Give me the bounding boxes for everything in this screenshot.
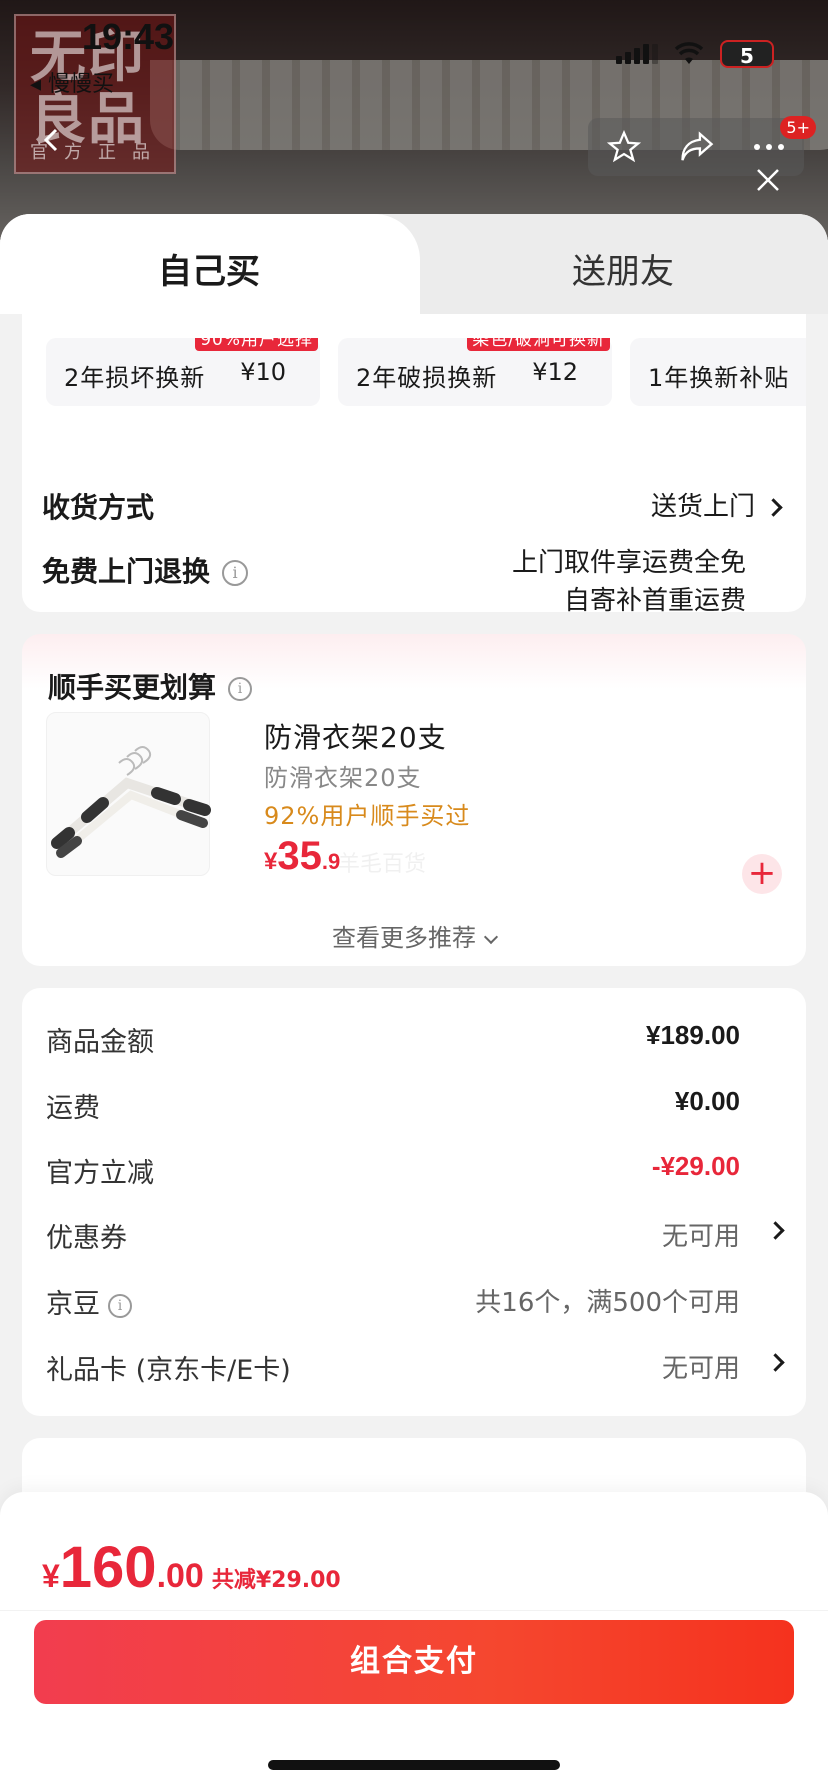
jd-beans-row: 京豆 i 共16个，满500个可用 bbox=[46, 1282, 740, 1322]
coupon-label: 优惠券 bbox=[46, 1223, 127, 1254]
add-to-order-button[interactable]: + bbox=[742, 854, 782, 894]
star-icon[interactable] bbox=[607, 130, 641, 164]
official-discount-label: 官方立减 bbox=[46, 1158, 154, 1189]
official-discount-value: -¥29.00 bbox=[651, 1151, 740, 1181]
shipping-value: ¥0.00 bbox=[674, 1086, 740, 1116]
warranty-option-text: 2年破损换新 bbox=[356, 364, 498, 392]
warranty-option-2[interactable]: 2年破损换新 ¥12 染色/破洞可换新 bbox=[338, 338, 612, 406]
combined-pay-button[interactable]: 组合支付 bbox=[34, 1620, 794, 1704]
watermark: 羊毛百货 bbox=[338, 852, 427, 877]
divider bbox=[0, 1610, 828, 1611]
chevron-right-icon bbox=[766, 1221, 785, 1240]
gift-card-value: 无可用 bbox=[661, 1354, 740, 1384]
more-dots-icon[interactable] bbox=[753, 142, 785, 152]
goods-amount-value: ¥189.00 bbox=[646, 1020, 740, 1050]
jd-beans-text: 京豆 bbox=[46, 1289, 100, 1320]
price-detail-card: 商品金额 ¥189.00 运费 ¥0.00 官方立减 -¥29.00 优惠券 无… bbox=[22, 988, 806, 1416]
more-recommendations-text: 查看更多推荐 bbox=[332, 924, 476, 952]
total-decimal: .00 bbox=[156, 1557, 204, 1595]
free-return-desc: 上门取件享运费全免 自寄补首重运费 bbox=[512, 544, 746, 620]
free-return-text: 免费上门退换 bbox=[42, 555, 211, 588]
close-icon[interactable] bbox=[752, 164, 784, 196]
total-integer: 160 bbox=[59, 1535, 157, 1600]
coupon-value: 无可用 bbox=[661, 1222, 740, 1252]
warranty-option-3[interactable]: 1年换新补贴 换 bbox=[630, 338, 806, 406]
free-return-line2: 自寄补首重运费 bbox=[563, 586, 746, 616]
warranty-option-tag: 染色/破洞可换新 bbox=[467, 338, 610, 351]
recommendation-card: 顺手买更划算 i 防滑衣架20支 防滑衣架20支 92%用户顺手买过 羊毛百货 … bbox=[22, 634, 806, 966]
shipping-label: 运费 bbox=[46, 1093, 100, 1124]
info-icon[interactable]: i bbox=[108, 1293, 132, 1318]
info-icon[interactable]: i bbox=[222, 560, 249, 586]
chevron-down-icon bbox=[483, 929, 499, 945]
gift-card-row[interactable]: 礼品卡 (京东卡/E卡) 无可用 bbox=[46, 1348, 785, 1388]
info-icon[interactable]: i bbox=[228, 677, 253, 701]
total-currency: ¥ bbox=[42, 1558, 60, 1594]
product-thumbnail[interactable] bbox=[46, 712, 211, 876]
warranty-options: 2年损坏换新 ¥10 90%用户选择 2年破损换新 ¥12 染色/破洞可换新 1… bbox=[46, 338, 806, 406]
signal-icon bbox=[616, 44, 658, 64]
cart-badge: 5+ bbox=[780, 116, 816, 139]
warranty-option-price: ¥10 bbox=[240, 358, 286, 386]
purchase-tabs: 送朋友 自己买 bbox=[0, 214, 828, 314]
product-popularity: 92%用户顺手买过 bbox=[264, 802, 471, 830]
chevron-right-icon bbox=[764, 498, 783, 517]
home-indicator[interactable] bbox=[268, 1760, 560, 1770]
product-price: ¥35.9 bbox=[264, 834, 340, 879]
gift-card-label: 礼品卡 (京东卡/E卡) bbox=[46, 1355, 291, 1386]
back-arrow-icon[interactable] bbox=[38, 126, 66, 154]
share-icon[interactable] bbox=[679, 131, 715, 163]
tab-buy-self-label: 自己买 bbox=[158, 252, 260, 292]
goods-amount-row: 商品金额 ¥189.00 bbox=[46, 1020, 740, 1060]
jd-beans-label: 京豆 i bbox=[46, 1282, 132, 1321]
warranty-option-price: ¥12 bbox=[532, 358, 578, 386]
total-savings: 共减¥29.00 bbox=[211, 1568, 341, 1593]
status-icons: 5 bbox=[616, 40, 774, 68]
price-decimal: .9 bbox=[321, 849, 341, 874]
wifi-icon bbox=[674, 42, 704, 64]
checkout-bar: ¥160.00 共减¥29.00 组合支付 bbox=[0, 1492, 828, 1792]
price-integer: 35 bbox=[277, 834, 322, 878]
price-currency: ¥ bbox=[264, 848, 278, 875]
service-card: 2年损坏换新 ¥10 90%用户选择 2年破损换新 ¥12 染色/破洞可换新 1… bbox=[22, 314, 806, 616]
product-spec: 防滑衣架20支 bbox=[264, 764, 422, 792]
coupon-row[interactable]: 优惠券 无可用 bbox=[46, 1216, 785, 1256]
reco-title-text: 顺手买更划算 bbox=[48, 671, 217, 704]
reco-title: 顺手买更划算 i bbox=[48, 666, 253, 706]
total-price: ¥160.00 共减¥29.00 bbox=[42, 1534, 341, 1601]
chevron-right-icon bbox=[766, 1353, 785, 1372]
delivery-method-value: 送货上门 bbox=[650, 492, 755, 522]
free-return-label: 免费上门退换 i bbox=[42, 550, 249, 590]
status-time: 19:43 bbox=[82, 16, 175, 57]
warranty-option-tag: 90%用户选择 bbox=[195, 338, 318, 351]
warranty-option-text: 1年换新补贴 bbox=[648, 364, 790, 392]
warranty-option-text: 2年损坏换新 bbox=[64, 364, 206, 392]
product-name[interactable]: 防滑衣架20支 bbox=[264, 716, 447, 756]
jd-beans-value: 共16个，满500个可用 bbox=[475, 1288, 740, 1318]
free-return-line1: 上门取件享运费全免 bbox=[511, 548, 746, 578]
delivery-label: 收货方式 bbox=[42, 491, 155, 524]
shipping-row: 运费 ¥0.00 bbox=[46, 1086, 740, 1126]
tab-gift-friend-label: 送朋友 bbox=[572, 252, 674, 292]
goods-amount-label: 商品金额 bbox=[46, 1027, 154, 1058]
delivery-method[interactable]: 送货上门 bbox=[650, 486, 783, 523]
battery-indicator: 5 bbox=[720, 40, 774, 68]
official-discount-row: 官方立减 -¥29.00 bbox=[46, 1151, 740, 1191]
tab-gift-friend[interactable]: 送朋友 bbox=[420, 214, 828, 314]
tab-buy-self[interactable]: 自己买 bbox=[0, 214, 420, 314]
warranty-option-1[interactable]: 2年损坏换新 ¥10 90%用户选择 bbox=[46, 338, 320, 406]
more-recommendations-link[interactable]: 查看更多推荐 bbox=[22, 918, 806, 953]
hanger-image bbox=[51, 746, 211, 858]
back-to-app[interactable]: ◂ 慢慢买 bbox=[30, 66, 114, 98]
